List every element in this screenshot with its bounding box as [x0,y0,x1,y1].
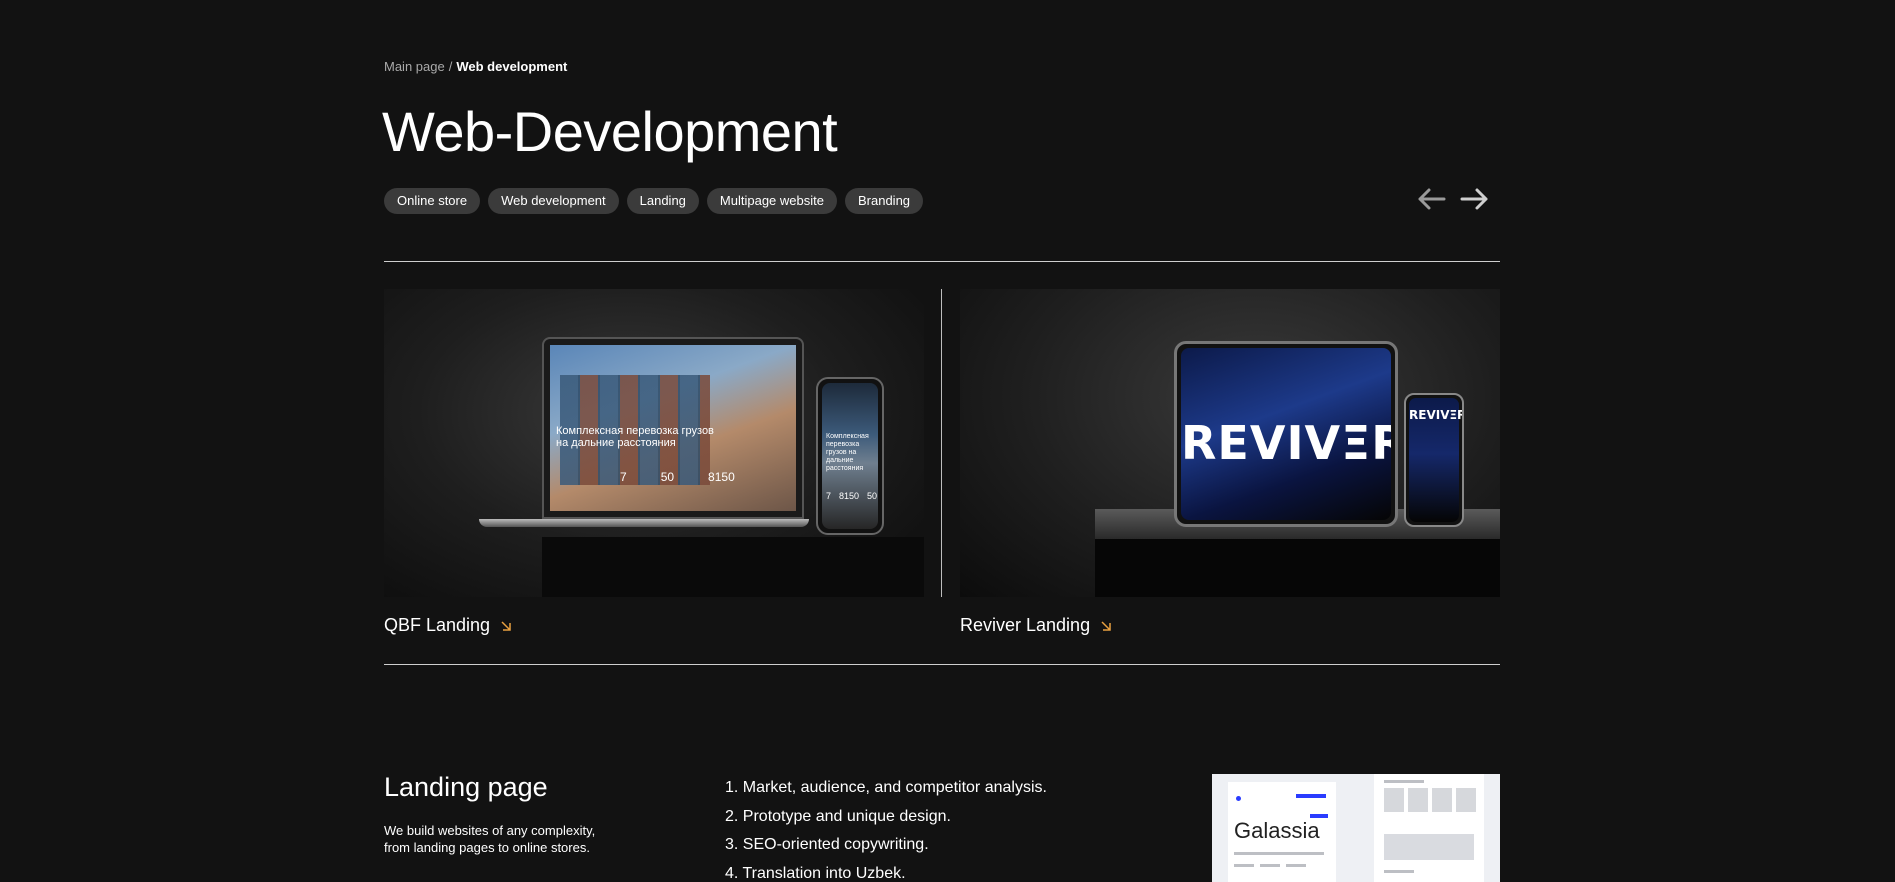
project-image-reviver: REVIVΞR REVIVΞR [960,289,1500,597]
preview-line [1234,852,1324,855]
process-steps: 1. Market, audience, and competitor anal… [725,774,1047,882]
laptop-stats: 7 50 8150 [620,470,735,484]
project-title: QBF Landing [384,615,491,635]
arrow-left-icon [1418,188,1446,210]
phone-mockup: REVIVΞR [1404,393,1464,527]
breadcrumb-home-link[interactable]: Main page [384,59,445,74]
preview-bar [1384,834,1474,860]
phone-screen: Комплексная перевозка грузов на дальние … [822,383,878,529]
preview-grid [1384,788,1476,812]
project-caption-reviver[interactable]: Reviver Landing [960,615,1112,636]
project-card-reviver[interactable]: REVIVΞR REVIVΞR Reviver Landing [960,289,1500,639]
carousel-nav [1416,184,1490,214]
phone-screen: REVIVΞR [1409,398,1464,522]
project-card-qbf[interactable]: Комплексная перевозка грузов на дальние … [384,289,924,639]
tag-landing[interactable]: Landing [626,188,699,214]
phone-mockup: Комплексная перевозка грузов на дальние … [816,377,884,535]
process-step: 2. Prototype and unique design. [725,807,951,825]
preview-line [1260,864,1280,867]
project-caption-qbf[interactable]: QBF Landing [384,615,512,636]
process-step: 4. Translation into Uzbek. [725,864,906,882]
tag-web-development[interactable]: Web development [488,188,619,214]
arrow-right-icon [1460,188,1488,210]
arrow-down-right-icon [1101,620,1111,631]
preview-brand: Galassia [1234,818,1320,843]
preview-dot [1236,796,1241,801]
phone-stats: 7 8150 50 [826,491,877,501]
laptop-base [479,519,809,527]
preview-panel-left: Galassia [1228,782,1336,882]
reviver-logo-small: REVIVΞR [1409,408,1464,422]
arrow-down-right-icon [501,620,511,631]
preview-accent [1296,794,1326,798]
preview-line [1234,864,1254,867]
tag-online-store[interactable]: Online store [384,188,481,214]
stat-value: 7 [620,470,627,484]
preview-panel-right [1374,774,1484,882]
tag-branding[interactable]: Branding [844,188,924,214]
section-description: We build websites of any complexity, fro… [384,823,596,855]
page: Main page / Web development Web-Developmen… [0,0,1895,882]
divider-bottom [384,664,1500,665]
tag-multipage-website[interactable]: Multipage website [706,188,837,214]
breadcrumb-separator: / [448,59,453,74]
landing-preview-image: Galassia [1212,774,1500,882]
tablet-mockup: REVIVΞR [1174,341,1398,527]
page-title: Web-Development [382,100,838,163]
reviver-logo: REVIVΞR [1181,416,1391,470]
stat-value: 50 [867,491,878,501]
breadcrumb: Main page / Web development [384,59,567,74]
preview-line [1286,864,1306,867]
preview-line [1384,870,1414,873]
breadcrumb-current: Web development [456,59,568,74]
phone-headline: Комплексная перевозка грузов на дальние … [826,433,869,472]
process-step: 1. Market, audience, and competitor anal… [725,779,1047,796]
stat-value: 7 [826,491,832,501]
laptop-mockup: Комплексная перевозка грузов на дальние … [542,337,804,519]
process-step: 3. SEO-oriented copywriting. [725,836,929,853]
prev-button[interactable] [1416,184,1446,214]
stat-value: 50 [660,470,675,484]
laptop-headline: Комплексная перевозка грузов на дальние … [556,425,714,449]
stat-value: 8150 [839,491,860,501]
project-image-qbf: Комплексная перевозка грузов на дальние … [384,289,924,597]
project-title: Reviver Landing [960,615,1091,635]
section-title: Landing page [384,772,548,802]
tablet-screen: REVIVΞR [1181,348,1391,520]
preview-line [1384,780,1424,783]
card-divider [941,289,942,597]
mockup-table [542,537,924,597]
category-tags: Online store Web development Landing Mul… [384,188,924,214]
divider-top [384,261,1500,262]
stat-value: 8150 [708,470,735,484]
laptop-screen: Комплексная перевозка грузов на дальние … [550,345,796,511]
next-button[interactable] [1460,184,1490,214]
